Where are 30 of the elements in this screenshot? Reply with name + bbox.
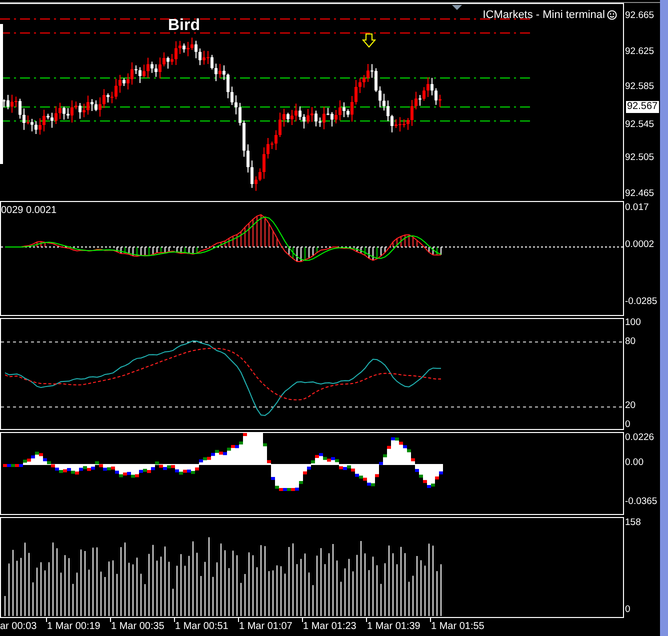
stochastic-axis-label: 20 — [625, 401, 636, 411]
macd-axis-label: -0.0285 — [625, 296, 658, 306]
chart-label: Bird — [168, 18, 200, 34]
time-axis-label: 1 Mar 01:39 — [367, 622, 420, 632]
time-axis-label: 1 Mar 01:23 — [303, 622, 356, 632]
price-axis-label: 92.465 — [625, 188, 654, 198]
time-axis-label: 1 Mar 00:51 — [175, 622, 228, 632]
current-price-label: 92.567 — [626, 100, 659, 113]
time-axis-label: 1 Mar 00:35 — [111, 622, 164, 632]
time-axis-label: 1 Mar 00:19 — [47, 622, 100, 632]
oscillator-axis-label: 0.0226 — [625, 433, 654, 443]
volume-axis-label: 158 — [625, 518, 641, 528]
time-axis-label: ar 00:03 — [0, 622, 37, 632]
stochastic-axis-label: 80 — [625, 337, 636, 347]
price-axis-label: 92.505 — [625, 153, 654, 163]
stochastic-axis-label: 100 — [625, 318, 641, 328]
price-axis-label: 92.665 — [625, 11, 654, 21]
indicator-values: 0029 0.0021 — [1, 206, 57, 216]
stochastic-axis-label: 0 — [625, 420, 630, 430]
price-axis-label: 92.585 — [625, 82, 654, 92]
volume-axis-label: 0 — [625, 605, 630, 615]
time-axis-label: 1 Mar 01:07 — [239, 622, 292, 632]
chart-title: ICMarkets - Mini terminal — [482, 10, 605, 21]
time-axis-label: 1 Mar 01:55 — [431, 622, 484, 632]
price-axis-label: 92.625 — [625, 46, 654, 56]
macd-axis-label: 0.017 — [625, 203, 649, 213]
oscillator-axis-label: -0.0365 — [625, 496, 658, 506]
oscillator-axis-label: 0.00 — [625, 458, 644, 468]
macd-axis-label: 0.0002 — [625, 240, 654, 250]
price-axis-label: 92.545 — [625, 120, 654, 130]
